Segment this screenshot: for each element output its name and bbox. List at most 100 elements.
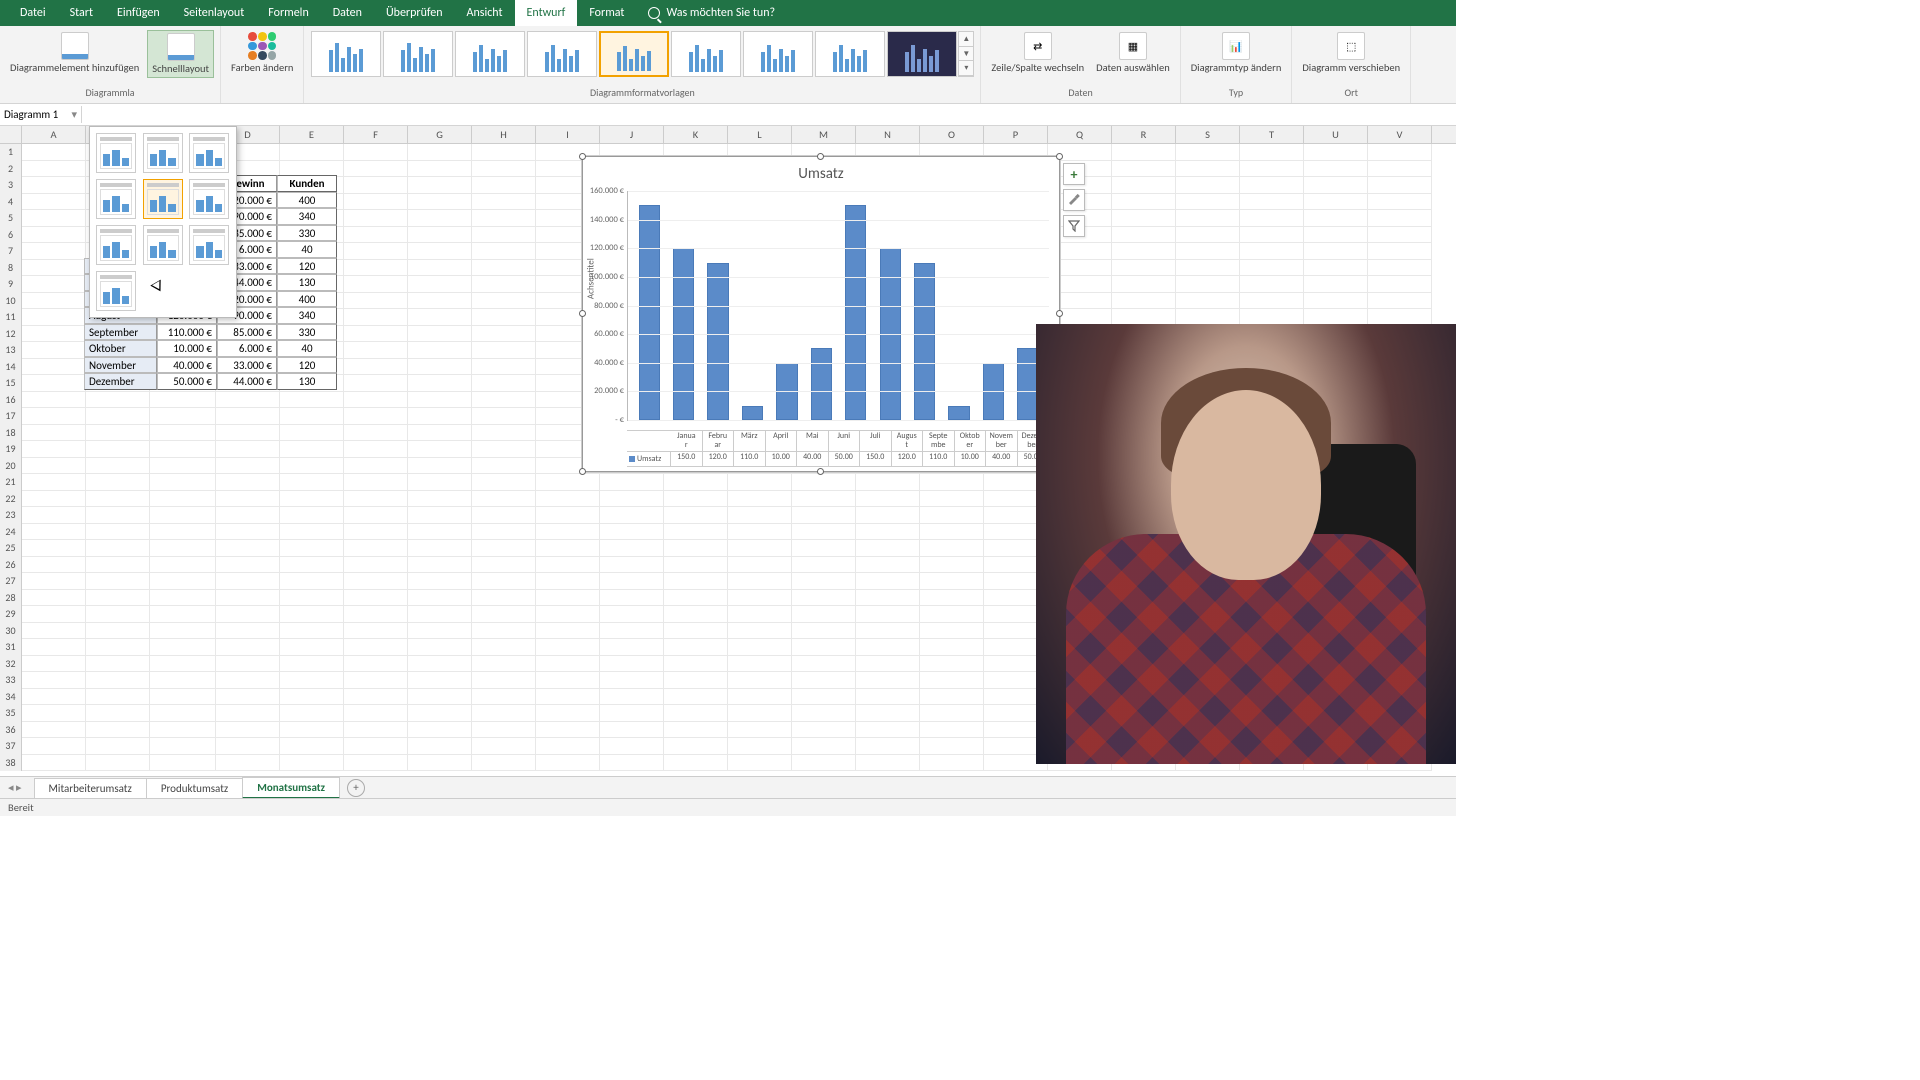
cell[interactable]	[600, 474, 664, 491]
cell[interactable]	[1176, 227, 1240, 244]
cell[interactable]	[408, 689, 472, 706]
cell[interactable]	[600, 524, 664, 541]
row-header-2[interactable]: 2	[0, 161, 22, 178]
cell[interactable]	[280, 639, 344, 656]
cell[interactable]	[1176, 210, 1240, 227]
cell[interactable]	[536, 722, 600, 739]
cell[interactable]	[664, 474, 728, 491]
cell[interactable]	[600, 672, 664, 689]
cell[interactable]	[280, 557, 344, 574]
row-header-17[interactable]: 17	[0, 408, 22, 425]
cell[interactable]	[280, 507, 344, 524]
cell[interactable]	[1240, 210, 1304, 227]
add-chart-element-button[interactable]: Diagrammelement hinzufügen	[6, 30, 143, 76]
cell[interactable]	[86, 705, 150, 722]
select-data-button[interactable]: ▦ Daten auswählen	[1092, 30, 1174, 76]
quick-layout-option-8[interactable]	[143, 225, 183, 265]
cell[interactable]	[344, 309, 408, 326]
row-header-22[interactable]: 22	[0, 491, 22, 508]
cell[interactable]	[856, 705, 920, 722]
chart-style-3[interactable]	[455, 31, 525, 77]
cell[interactable]	[472, 606, 536, 623]
col-header-L[interactable]: L	[728, 126, 792, 143]
cell[interactable]	[344, 573, 408, 590]
row-header-8[interactable]: 8	[0, 260, 22, 277]
cell-month[interactable]: Oktober	[84, 340, 157, 357]
cell[interactable]	[344, 672, 408, 689]
cell[interactable]	[856, 573, 920, 590]
cell[interactable]	[1112, 243, 1176, 260]
row-header-33[interactable]: 33	[0, 672, 22, 689]
cell[interactable]	[472, 441, 536, 458]
cell[interactable]	[150, 755, 216, 772]
cell[interactable]	[856, 639, 920, 656]
chart-elements-button[interactable]: +	[1063, 163, 1085, 185]
add-sheet-button[interactable]: +	[347, 779, 365, 797]
cell[interactable]	[86, 606, 150, 623]
row-header-27[interactable]: 27	[0, 573, 22, 590]
cell[interactable]	[22, 375, 86, 392]
cell[interactable]	[344, 656, 408, 673]
cell[interactable]	[216, 441, 280, 458]
cell[interactable]	[920, 656, 984, 673]
cell[interactable]	[344, 491, 408, 508]
cell[interactable]	[22, 705, 86, 722]
row-header-7[interactable]: 7	[0, 243, 22, 260]
cell[interactable]	[22, 342, 86, 359]
cell-kunden[interactable]: 330	[277, 225, 337, 242]
cell[interactable]	[536, 606, 600, 623]
row-header-14[interactable]: 14	[0, 359, 22, 376]
cell[interactable]	[22, 507, 86, 524]
cell[interactable]	[216, 540, 280, 557]
cell[interactable]	[408, 392, 472, 409]
cell[interactable]	[344, 639, 408, 656]
cell[interactable]	[150, 738, 216, 755]
cell[interactable]	[856, 557, 920, 574]
cell[interactable]	[920, 639, 984, 656]
row-header-26[interactable]: 26	[0, 557, 22, 574]
cell[interactable]	[728, 540, 792, 557]
cell[interactable]	[472, 425, 536, 442]
cell[interactable]	[216, 474, 280, 491]
cell[interactable]	[280, 656, 344, 673]
cell[interactable]	[344, 161, 408, 178]
cell[interactable]	[728, 689, 792, 706]
tab-formeln[interactable]: Formeln	[256, 0, 320, 26]
cell[interactable]	[86, 672, 150, 689]
cell[interactable]	[1304, 144, 1368, 161]
cell[interactable]	[472, 656, 536, 673]
cell[interactable]	[1304, 177, 1368, 194]
row-header-19[interactable]: 19	[0, 441, 22, 458]
cell[interactable]	[22, 144, 86, 161]
cell[interactable]	[600, 705, 664, 722]
cell[interactable]	[150, 408, 216, 425]
cell-gewinn[interactable]: 6.000 €	[217, 340, 277, 357]
cell[interactable]	[920, 540, 984, 557]
cell[interactable]	[1368, 210, 1432, 227]
chart-resize-handle[interactable]	[817, 468, 824, 475]
cell[interactable]	[344, 590, 408, 607]
cell[interactable]	[408, 194, 472, 211]
cell[interactable]	[728, 722, 792, 739]
row-header-23[interactable]: 23	[0, 507, 22, 524]
chart-style-9[interactable]	[887, 31, 957, 77]
cell-kunden[interactable]: 330	[277, 324, 337, 341]
cell[interactable]	[920, 557, 984, 574]
cell[interactable]	[344, 524, 408, 541]
cell[interactable]	[22, 722, 86, 739]
cell[interactable]	[1368, 227, 1432, 244]
cell[interactable]	[280, 144, 344, 161]
chart-style-6[interactable]	[671, 31, 741, 77]
cell[interactable]	[728, 491, 792, 508]
row-header-10[interactable]: 10	[0, 293, 22, 310]
cell[interactable]	[1112, 227, 1176, 244]
row-header-38[interactable]: 38	[0, 755, 22, 772]
cell[interactable]	[472, 623, 536, 640]
cell[interactable]	[728, 573, 792, 590]
cell[interactable]	[792, 474, 856, 491]
cell[interactable]	[150, 656, 216, 673]
cell[interactable]	[280, 738, 344, 755]
tab-ansicht[interactable]: Ansicht	[455, 0, 515, 26]
cell-kunden[interactable]: 130	[277, 274, 337, 291]
sheet-tab-monatsumsatz[interactable]: Monatsumsatz	[242, 777, 340, 799]
